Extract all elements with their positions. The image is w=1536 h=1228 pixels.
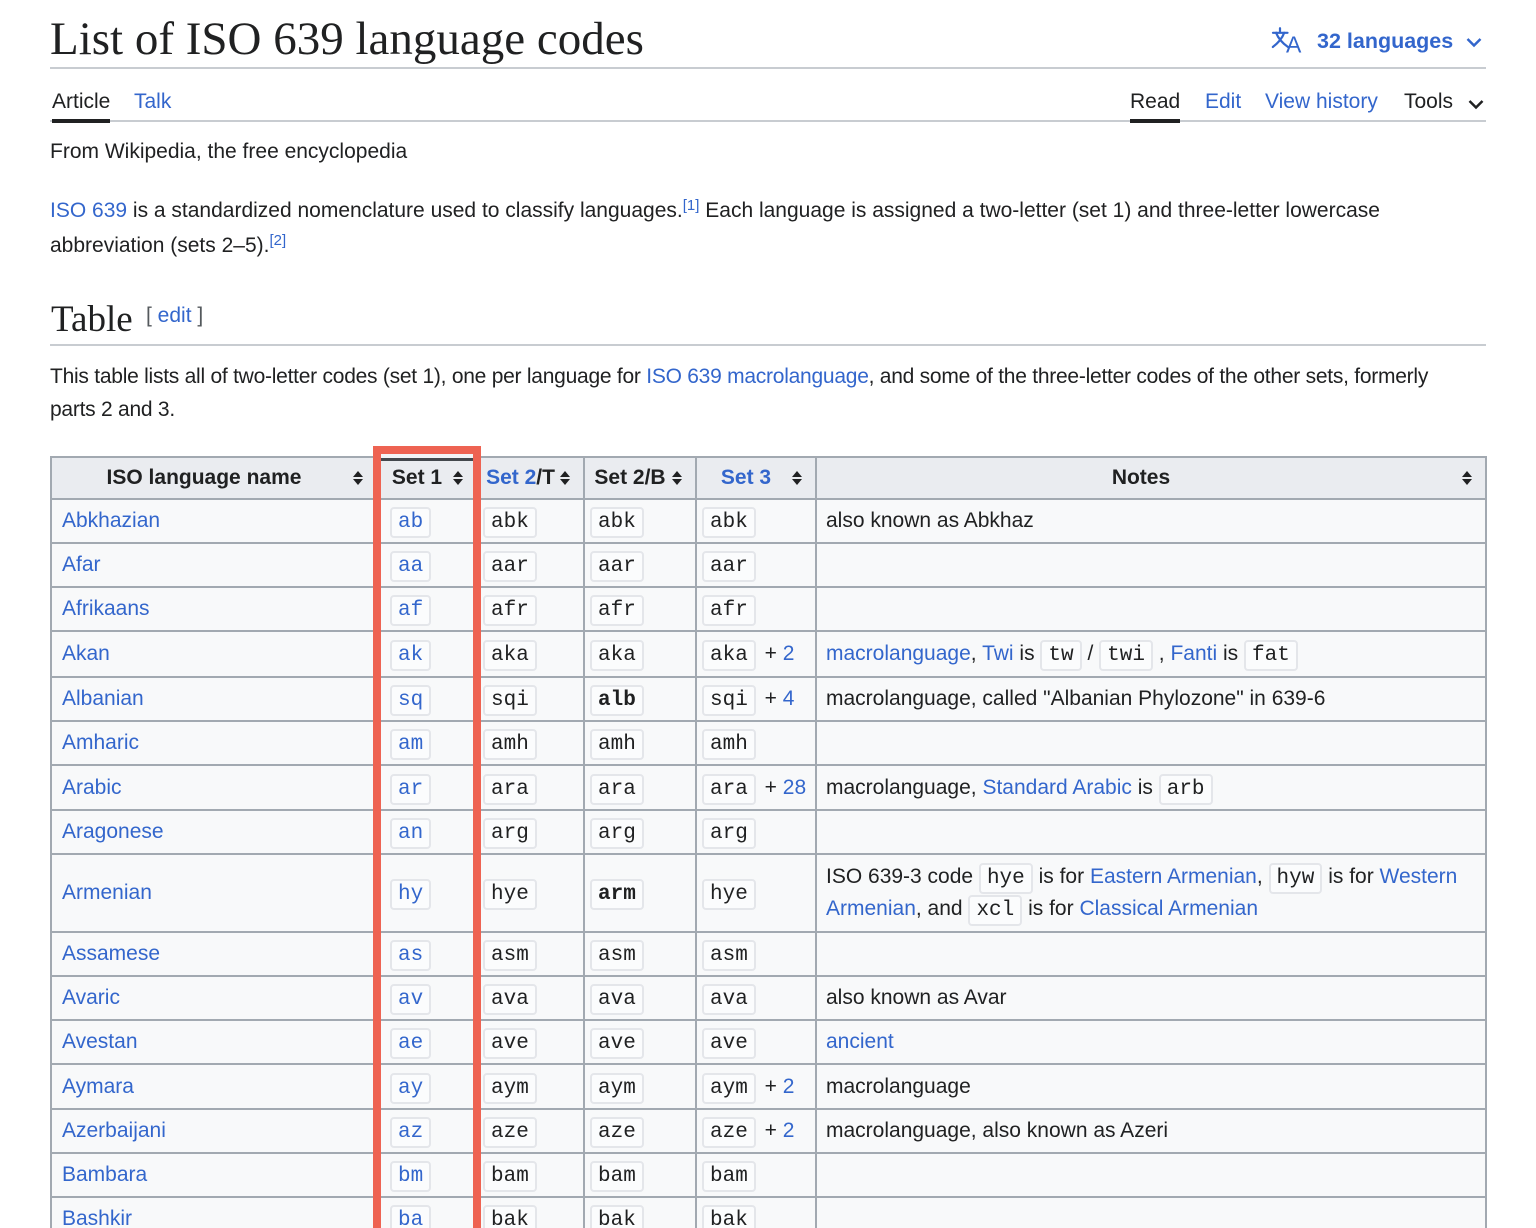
svg-text:A: A <box>1286 32 1302 55</box>
